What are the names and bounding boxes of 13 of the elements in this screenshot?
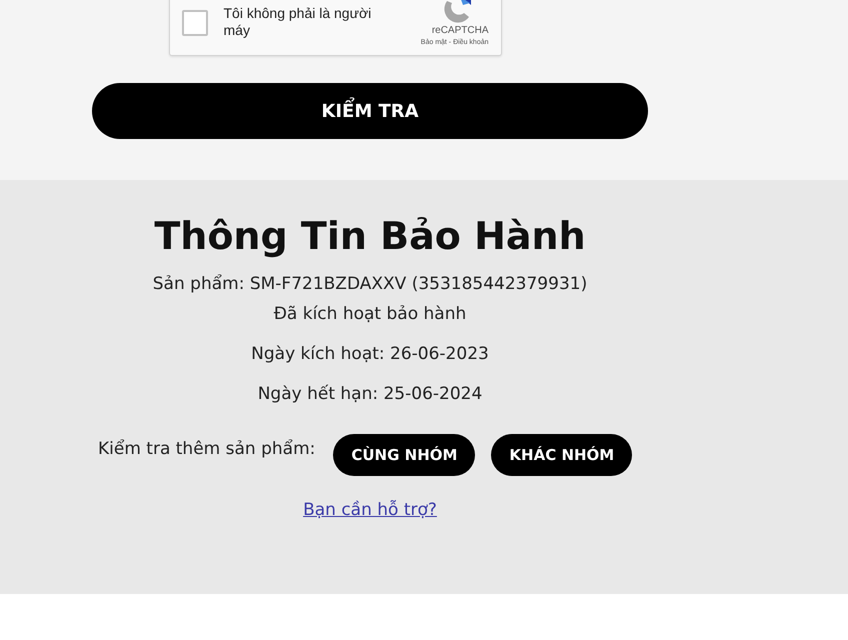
captcha-label: Tôi không phải là người máy: [224, 5, 372, 39]
help-link[interactable]: Bạn cần hỗ trợ?: [303, 500, 437, 520]
recaptcha-brand: reCAPTCHA: [432, 24, 488, 36]
group-button[interactable]: KHÁC NHÓM: [491, 434, 632, 476]
product-text: Sản phẩm: SM-F721BZDAXXV (353185442379931): [152, 274, 588, 294]
more-products-label: Kiểm tra thêm sản phẩm:: [98, 439, 316, 459]
activation-date: Ngày kích hoạt: 26-06-2023: [251, 344, 489, 364]
group-button[interactable]: CÙNG NHÓM: [333, 434, 476, 476]
expiry-date: Ngày hết hạn: 25-06-2024: [258, 384, 482, 404]
status-text: Đã kích hoạt bảo hành: [274, 304, 466, 324]
check-button[interactable]: KIỂM TRA: [92, 83, 648, 139]
checkbox[interactable]: [182, 10, 208, 36]
warranty-title: Thông Tin Bảo Hành: [154, 214, 586, 258]
